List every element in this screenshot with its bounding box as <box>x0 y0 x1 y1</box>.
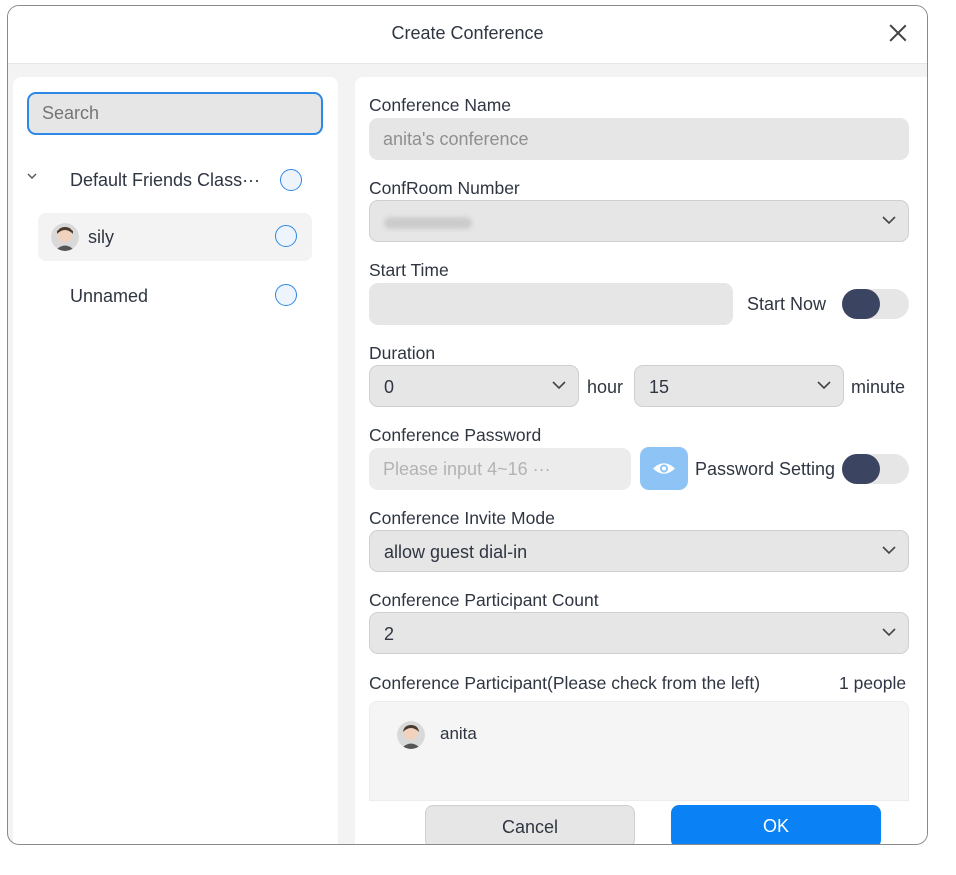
invite-mode-select[interactable]: allow guest dial-in <box>369 530 909 572</box>
chevron-down-icon <box>817 381 831 390</box>
chevron-down-icon <box>882 628 896 637</box>
contact-select-radio[interactable] <box>275 225 297 247</box>
ok-button[interactable]: OK <box>671 805 881 844</box>
chevron-down-icon <box>882 216 896 225</box>
invite-mode-value: allow guest dial-in <box>384 542 528 562</box>
close-icon[interactable] <box>887 22 909 44</box>
participant-name: anita <box>440 724 477 743</box>
hour-unit: hour <box>587 377 624 397</box>
contact-select-radio[interactable] <box>275 284 297 306</box>
password-field[interactable]: Please input 4~16 ··· <box>369 448 631 490</box>
contact-label: sily <box>88 227 114 247</box>
participant-count-label: Conference Participant Count <box>369 590 599 610</box>
duration-hours-select[interactable]: 0 <box>369 365 579 407</box>
chevron-down-icon[interactable] <box>27 172 37 182</box>
conference-form: Conference Name anita's conference ConfR… <box>355 77 927 844</box>
search-input[interactable] <box>27 92 323 135</box>
group-label: Default Friends Class··· <box>70 170 261 190</box>
duration-minutes-select[interactable]: 15 <box>634 365 844 407</box>
participants-label: Conference Participant(Please check from… <box>369 673 761 693</box>
conference-name-field[interactable]: anita's conference <box>369 118 909 160</box>
contact-item-sily[interactable]: sily <box>38 213 312 261</box>
friend-group-row[interactable]: Default Friends Class··· <box>13 165 338 205</box>
contacts-panel: Default Friends Class··· sily Unnamed <box>13 77 338 844</box>
chevron-down-icon <box>552 381 566 390</box>
contact-item-unnamed[interactable]: Unnamed <box>38 272 312 320</box>
dialog-titlebar: Create Conference <box>8 6 927 64</box>
participant-list: anita <box>369 701 909 801</box>
start-time-field[interactable] <box>369 283 733 325</box>
start-now-label: Start Now <box>747 294 827 314</box>
dialog-title: Create Conference <box>391 23 544 43</box>
password-setting-label: Password Setting <box>695 459 836 479</box>
start-now-toggle[interactable] <box>842 289 909 319</box>
duration-minutes-value: 15 <box>649 377 670 397</box>
create-conference-dialog: Create Conference Default Friends Class·… <box>7 5 928 845</box>
cancel-button[interactable]: Cancel <box>425 805 635 844</box>
duration-label: Duration <box>369 343 436 363</box>
duration-hours-value: 0 <box>384 377 395 397</box>
invite-mode-label: Conference Invite Mode <box>369 508 555 528</box>
participant-count-select[interactable]: 2 <box>369 612 909 654</box>
avatar <box>51 223 79 251</box>
minute-unit: minute <box>851 377 906 397</box>
conference-name-label: Conference Name <box>369 95 512 115</box>
room-number-select[interactable] <box>369 200 909 242</box>
password-label: Conference Password <box>369 425 542 445</box>
participants-count: 1 people <box>839 673 907 693</box>
contact-label: Unnamed <box>70 286 149 306</box>
chevron-down-icon <box>882 546 896 555</box>
room-number-label: ConfRoom Number <box>369 178 520 198</box>
avatar <box>397 721 425 749</box>
room-number-value <box>384 217 472 230</box>
group-select-radio[interactable] <box>280 169 302 191</box>
password-setting-toggle[interactable] <box>842 454 909 484</box>
participant-count-value: 2 <box>384 624 395 644</box>
eye-icon[interactable] <box>640 447 688 490</box>
start-time-label: Start Time <box>369 260 449 280</box>
